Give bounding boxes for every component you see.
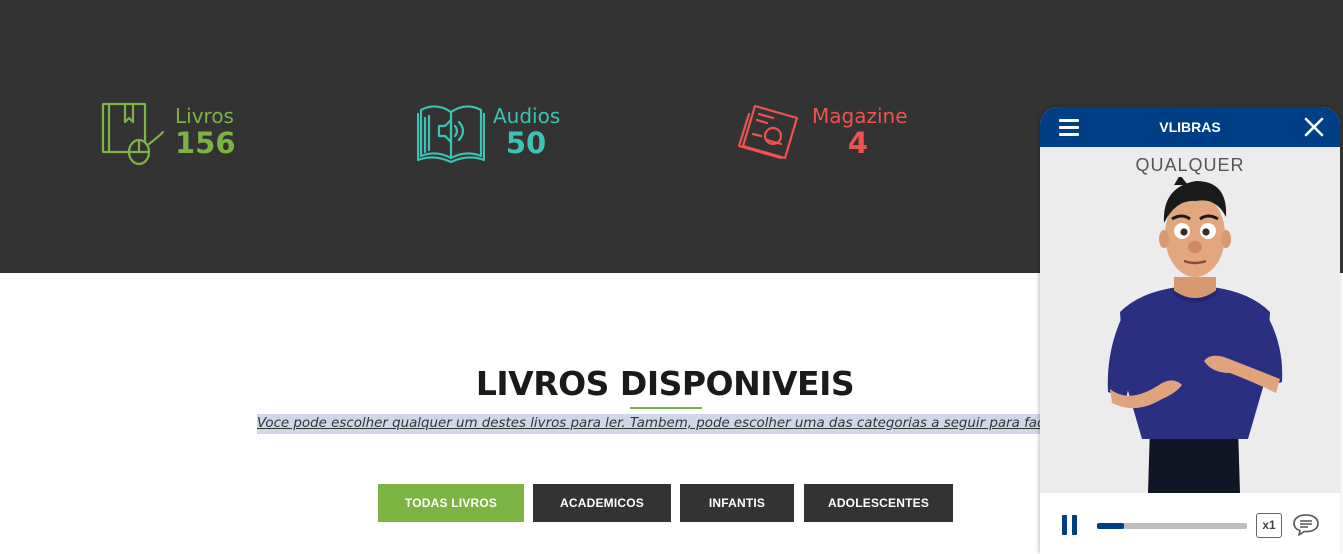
stat-livros-label: Livros xyxy=(175,104,234,128)
filter-academicos-button[interactable]: ACADEMICOS xyxy=(533,484,671,522)
book-mouse-icon xyxy=(101,102,165,166)
subtitle-icon[interactable] xyxy=(1292,512,1320,538)
stat-audios: Audios 50 xyxy=(417,98,577,170)
magazine-icon xyxy=(737,104,799,160)
stat-magazine-value: 4 xyxy=(847,126,869,160)
filter-infantis-button[interactable]: INFANTIS xyxy=(680,484,794,522)
vlibras-controls: x1 xyxy=(1040,493,1340,554)
vlibras-current-word: QUALQUER xyxy=(1135,155,1245,175)
stat-audios-label: Audios xyxy=(493,104,561,128)
pause-icon[interactable] xyxy=(1062,515,1078,535)
menu-icon[interactable] xyxy=(1056,117,1084,139)
vlibras-header: VLIBRAS xyxy=(1040,107,1340,147)
stat-livros: Livros 156 xyxy=(99,98,259,170)
section-description: Voce pode escolher qualquer um destes li… xyxy=(257,414,1040,434)
title-underline xyxy=(630,407,702,409)
stat-audios-value: 50 xyxy=(505,126,547,160)
playback-progress-fill xyxy=(1097,523,1124,529)
filter-todas-livros-button[interactable]: TODAS LIVROS xyxy=(378,484,524,522)
vlibras-title: VLIBRAS xyxy=(1159,119,1221,135)
sign-language-avatar xyxy=(1107,177,1283,493)
speed-button[interactable]: x1 xyxy=(1256,513,1282,538)
stat-magazine-label: Magazine xyxy=(812,104,908,128)
filter-adolescentes-button[interactable]: ADOLESCENTES xyxy=(804,484,953,522)
vlibras-widget: VLIBRAS QUALQUER x1 xyxy=(1040,107,1340,554)
audio-book-icon xyxy=(417,105,485,164)
close-icon[interactable] xyxy=(1302,115,1326,139)
section-title: LIVROS DISPONIVEIS xyxy=(475,364,855,403)
playback-progress-bar[interactable] xyxy=(1097,523,1247,529)
stat-livros-value: 156 xyxy=(175,126,236,160)
stat-magazine: Magazine 4 xyxy=(737,98,927,170)
